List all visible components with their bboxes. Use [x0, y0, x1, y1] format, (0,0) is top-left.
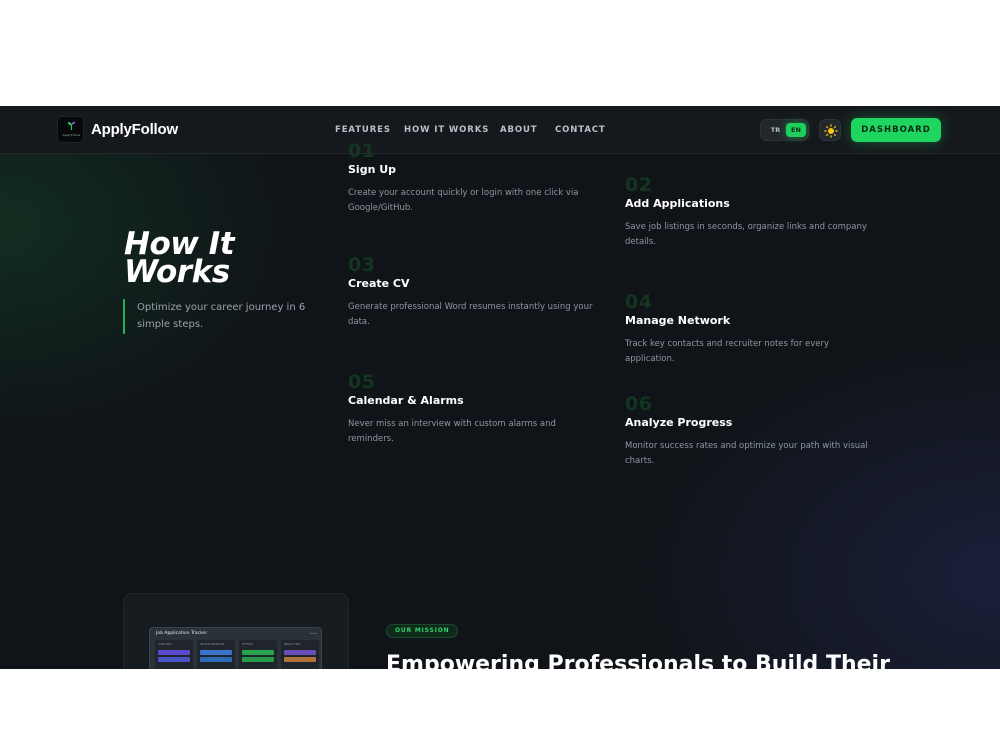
how-it-works-subtitle-block: Optimize your career journey in 6 simple… [123, 299, 313, 334]
nav-link-features[interactable]: FEATURES [335, 125, 391, 135]
theme-toggle-button[interactable] [819, 119, 841, 141]
step-number: 04 [625, 291, 653, 313]
step-card-1: 01 Sign Up Create your account quickly o… [348, 140, 603, 216]
step-number: 02 [625, 174, 653, 196]
step-number: 06 [625, 393, 653, 415]
preview-title: Job Application Tracker [156, 631, 208, 636]
step-description: Save job listings in seconds, organize l… [625, 222, 867, 247]
step-description: Monitor success rates and optimize your … [625, 441, 868, 466]
step-card-5: 05 Calendar & Alarms Never miss an inter… [348, 371, 603, 447]
app-preview-window: Job Application Tracker ••• APPLIED INTE… [149, 627, 322, 669]
column-header: OFFER [242, 642, 253, 646]
step-card-3: 03 Create CV Generate professional Word … [348, 254, 603, 330]
step-description: Never miss an interview with custom alar… [348, 419, 556, 444]
preview-chip [200, 657, 232, 662]
step-description: Generate professional Word resumes insta… [348, 302, 593, 327]
step-title: Manage Network [625, 314, 731, 327]
step-number: 03 [348, 254, 376, 276]
preview-chip [200, 650, 232, 655]
preview-column-offer: OFFER [239, 640, 277, 669]
logo-text: ApplyFollow [62, 133, 81, 137]
column-header: REJECTED [284, 642, 301, 646]
nav-link-about[interactable]: ABOUT [500, 125, 537, 135]
preview-column-applied: APPLIED [155, 640, 193, 669]
step-title: Add Applications [625, 197, 730, 210]
our-mission-badge: OUR MISSION [386, 624, 459, 638]
sun-icon [824, 124, 838, 138]
preview-chip [242, 657, 274, 662]
language-toggle: TR EN [760, 119, 809, 141]
preview-chip [284, 650, 316, 655]
step-title: Create CV [348, 277, 410, 290]
sprout-icon [67, 121, 76, 130]
step-description: Create your account quickly or login wit… [348, 188, 579, 213]
preview-column-interviewing: INTERVIEWING [197, 640, 235, 669]
mission-heading: Empowering Professionals to Build Their [386, 652, 890, 669]
dashboard-button[interactable]: DASHBOARD [851, 118, 941, 142]
step-title: Sign Up [348, 163, 397, 176]
nav-link-how-it-works[interactable]: HOW IT WORKS [404, 125, 489, 135]
preview-column-rejected: REJECTED [281, 640, 319, 669]
lang-tr-button[interactable]: TR [766, 123, 785, 137]
step-title: Calendar & Alarms [348, 394, 464, 407]
title-line-2: Works [124, 254, 230, 290]
nav-link-contact[interactable]: CONTACT [555, 125, 606, 135]
lang-en-button[interactable]: EN [786, 123, 806, 137]
preview-chip [158, 657, 190, 662]
step-card-6: 06 Analyze Progress Monitor success rate… [625, 393, 880, 469]
preview-chip [158, 650, 190, 655]
step-description: Track key contacts and recruiter notes f… [625, 339, 830, 364]
step-card-4: 04 Manage Network Track key contacts and… [625, 291, 880, 367]
step-title: Analyze Progress [625, 416, 733, 429]
more-icon: ••• [309, 631, 317, 636]
step-card-2: 02 Add Applications Save job listings in… [625, 174, 880, 250]
column-header: INTERVIEWING [200, 642, 225, 646]
brand-logo[interactable]: ApplyFollow [57, 116, 84, 143]
app-preview-card: Job Application Tracker ••• APPLIED INTE… [123, 593, 349, 669]
step-number: 05 [348, 371, 376, 393]
how-it-works-title: How It Works [124, 229, 324, 290]
column-header: APPLIED [158, 642, 172, 646]
how-it-works-subtitle: Optimize your career journey in 6 simple… [137, 302, 306, 330]
step-number: 01 [348, 140, 376, 162]
page-viewport: ApplyFollow ApplyFollow FEATURES HOW IT … [0, 106, 1000, 669]
preview-chip [284, 657, 316, 662]
brand-name[interactable]: ApplyFollow [91, 121, 178, 138]
preview-chip [242, 650, 274, 655]
